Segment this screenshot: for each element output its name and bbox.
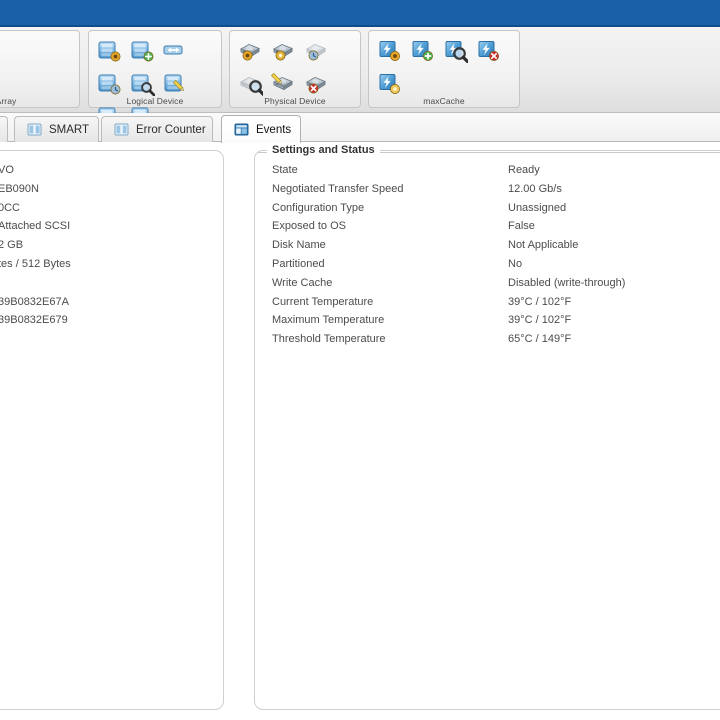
- application-window: ArrayLogical DevicePhysical DevicemaxCac…: [0, 0, 720, 720]
- setting-label: Negotiated Transfer Speed: [272, 182, 404, 195]
- setting-value: No: [508, 258, 523, 270]
- device-property-value: tes / 512 Bytes: [0, 258, 71, 270]
- setting-label: Configuration Type: [272, 201, 365, 214]
- setting-value: False: [508, 220, 535, 233]
- setting-value: Unassigned: [508, 201, 567, 214]
- setting-label: Disk Name: [272, 239, 326, 252]
- setting-value: Disabled (write-through): [508, 276, 626, 289]
- setting-value: 39°C / 102°F: [508, 295, 572, 308]
- setting-label: Exposed to OS: [272, 220, 346, 233]
- setting-label: Partitioned: [272, 258, 325, 270]
- rows-layer: VO EB090N 0CC Attached SCSI 2 GB tes / 512 By…: [0, 0, 720, 720]
- device-property-value: 39B0832E679: [0, 314, 68, 327]
- device-property-value: Attached SCSI: [0, 220, 71, 233]
- setting-label: Write Cache: [272, 276, 333, 289]
- device-property-value: VO: [0, 164, 14, 176]
- setting-value: Not Applicable: [508, 239, 579, 252]
- tab-events[interactable]: Events: [221, 115, 301, 143]
- setting-value: Ready: [508, 164, 540, 176]
- device-property-value: 39B0832E67A: [0, 295, 69, 308]
- tab-label: Events: [256, 123, 292, 136]
- setting-label: State: [272, 164, 298, 176]
- setting-label: Maximum Temperature: [272, 314, 385, 327]
- device-property-value: 0CC: [0, 201, 21, 214]
- setting-label: Threshold Temperature: [272, 333, 386, 346]
- device-property-value: EB090N: [0, 182, 39, 195]
- device-property-value: 2 GB: [0, 239, 24, 252]
- setting-value: 65°C / 149°F: [508, 333, 572, 346]
- setting-value: 12.00 Gb/s: [508, 182, 562, 195]
- events-tab-icon: [234, 123, 249, 136]
- setting-value: 39°C / 102°F: [508, 314, 572, 327]
- setting-label: Current Temperature: [272, 295, 374, 308]
